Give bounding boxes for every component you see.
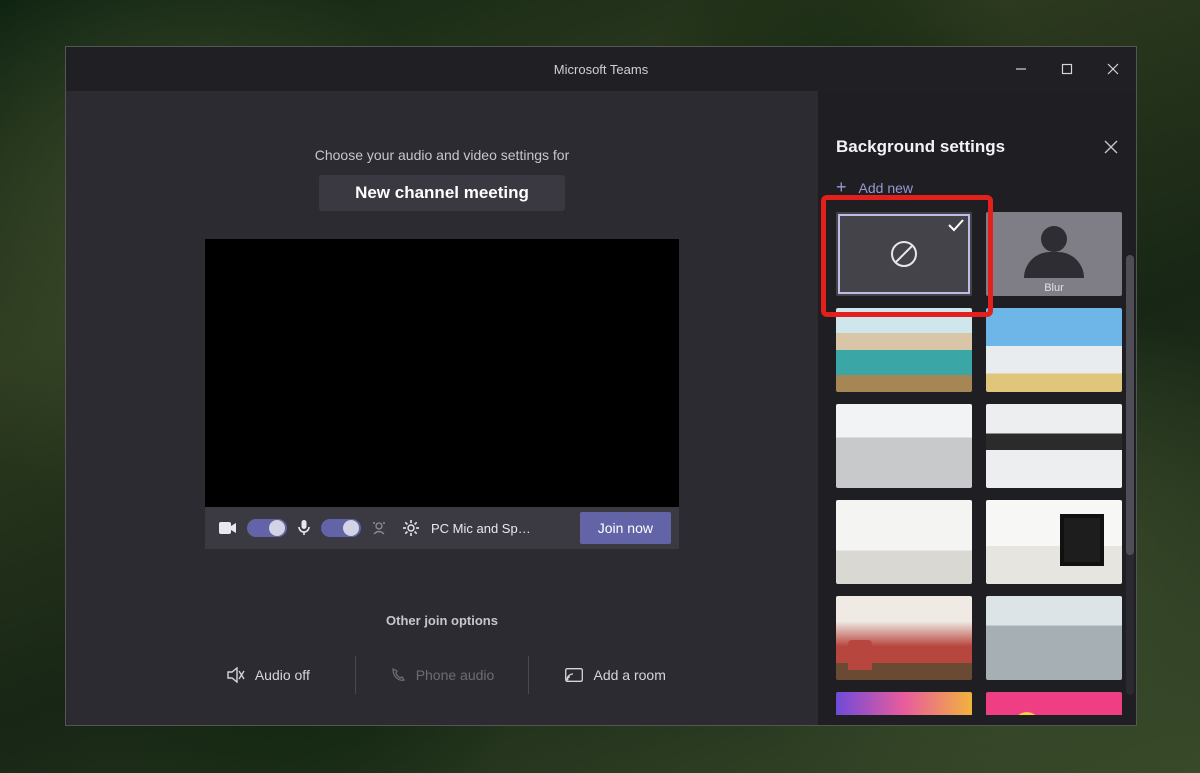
- check-icon: [948, 218, 964, 232]
- close-window-button[interactable]: [1090, 47, 1136, 91]
- background-tile-image[interactable]: [986, 692, 1122, 715]
- panel-header: Background settings: [836, 137, 1126, 157]
- window-title: Microsoft Teams: [554, 62, 648, 77]
- maximize-button[interactable]: [1044, 47, 1090, 91]
- plus-icon: +: [836, 177, 847, 198]
- panel-title: Background settings: [836, 137, 1005, 157]
- titlebar: Microsoft Teams: [66, 47, 1136, 91]
- scrollbar-thumb[interactable]: [1126, 255, 1134, 555]
- background-tile-none[interactable]: [836, 212, 972, 296]
- close-icon: [1107, 63, 1119, 75]
- add-room-option[interactable]: Add a room: [529, 650, 702, 700]
- background-tile-image[interactable]: [986, 404, 1122, 488]
- background-tile-image[interactable]: [836, 308, 972, 392]
- minimize-button[interactable]: [998, 47, 1044, 91]
- background-grid: Blur: [836, 212, 1126, 715]
- settings-gear-icon[interactable]: [403, 520, 419, 536]
- scrollbar[interactable]: [1126, 255, 1134, 695]
- audio-off-label: Audio off: [255, 667, 310, 683]
- mic-icon: [297, 520, 311, 536]
- meeting-title-input[interactable]: New channel meeting: [319, 175, 565, 211]
- background-tile-image[interactable]: [836, 692, 972, 715]
- background-tile-image[interactable]: [986, 500, 1122, 584]
- camera-icon: [219, 521, 237, 535]
- background-settings-panel: Background settings + Add new: [818, 91, 1136, 725]
- avatar-body-icon: [1024, 252, 1084, 278]
- prejoin-controls: PC Mic and Sp… Join now: [205, 507, 679, 549]
- maximize-icon: [1061, 63, 1073, 75]
- other-options-row: Audio off Phone audio Add a room: [182, 650, 702, 700]
- other-options-label: Other join options: [386, 613, 498, 628]
- speaker-off-icon: [227, 667, 245, 683]
- background-tile-image[interactable]: [836, 500, 972, 584]
- camera-preview: [205, 239, 679, 507]
- avatar-icon: [1041, 226, 1067, 252]
- background-effects-icon[interactable]: [371, 520, 387, 536]
- cast-icon: [565, 668, 583, 682]
- mic-toggle[interactable]: [321, 519, 361, 537]
- minimize-icon: [1015, 63, 1027, 75]
- none-icon: [889, 239, 919, 269]
- background-tile-image[interactable]: [986, 308, 1122, 392]
- phone-icon: [390, 667, 406, 683]
- background-tile-blur[interactable]: Blur: [986, 212, 1122, 296]
- prejoin-prompt: Choose your audio and video settings for: [315, 147, 570, 163]
- camera-toggle[interactable]: [247, 519, 287, 537]
- add-new-background-button[interactable]: + Add new: [836, 177, 1126, 198]
- add-room-label: Add a room: [593, 667, 665, 683]
- close-icon: [1104, 140, 1118, 154]
- background-tile-image[interactable]: [836, 404, 972, 488]
- app-window: Microsoft Teams Choose your audio and vi…: [65, 46, 1137, 726]
- device-settings-label[interactable]: PC Mic and Sp…: [431, 521, 531, 536]
- background-tile-image[interactable]: [986, 596, 1122, 680]
- prejoin-panel: Choose your audio and video settings for…: [66, 91, 818, 725]
- background-tile-image[interactable]: [836, 596, 972, 680]
- join-now-button[interactable]: Join now: [580, 512, 671, 544]
- window-controls: [998, 47, 1136, 91]
- audio-off-option[interactable]: Audio off: [182, 650, 355, 700]
- phone-audio-label: Phone audio: [416, 667, 495, 683]
- phone-audio-option: Phone audio: [356, 650, 529, 700]
- add-new-label: Add new: [859, 180, 913, 196]
- blur-label: Blur: [986, 280, 1122, 296]
- window-body: Choose your audio and video settings for…: [66, 91, 1136, 725]
- close-panel-button[interactable]: [1104, 140, 1118, 154]
